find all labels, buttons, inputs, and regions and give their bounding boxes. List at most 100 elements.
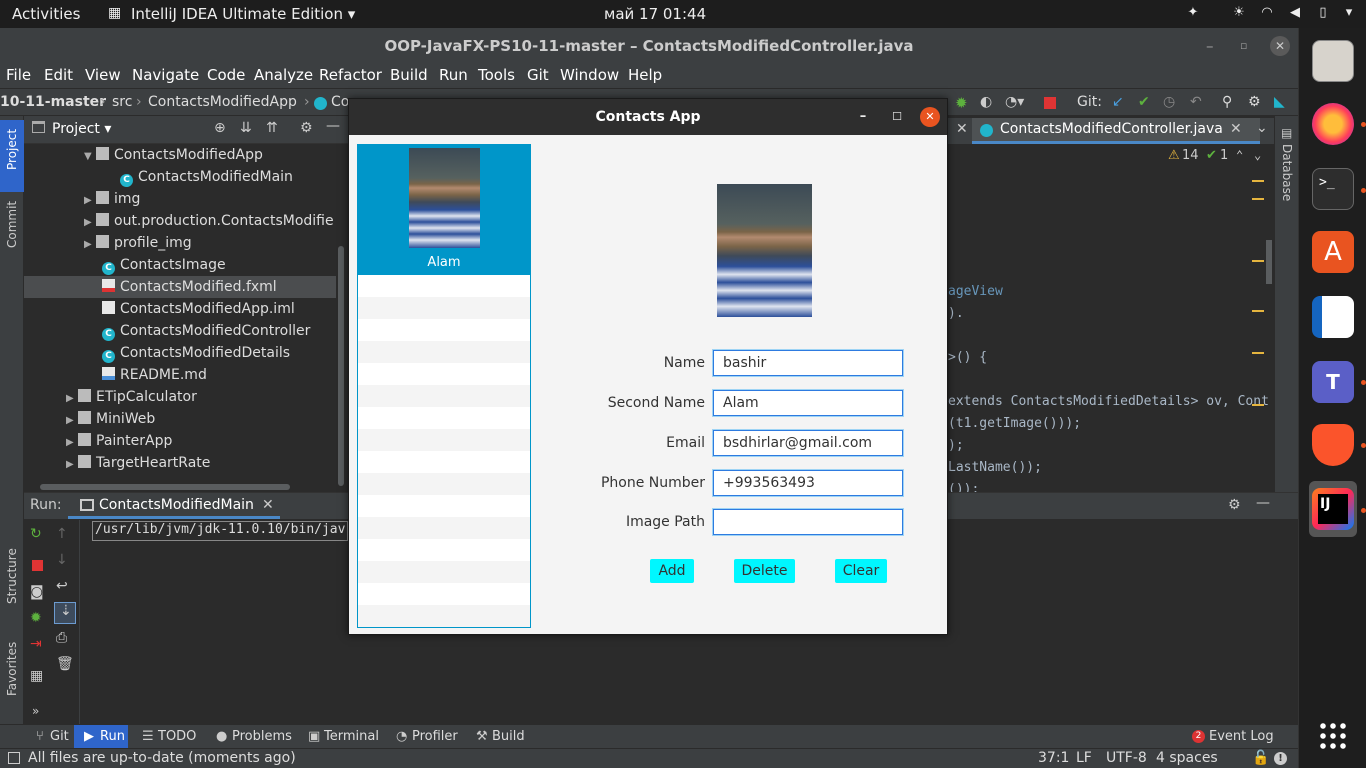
- trash-icon[interactable]: 🗑: [56, 656, 74, 672]
- volume-icon[interactable]: ◀: [1288, 6, 1302, 20]
- menu-tools[interactable]: Tools: [478, 66, 515, 84]
- status-message[interactable]: All files are up-to-date (moments ago): [28, 750, 296, 766]
- todo-tool-tab[interactable]: TODO: [158, 729, 196, 744]
- event-log-tab[interactable]: Event Log: [1209, 729, 1274, 744]
- git-update-icon[interactable]: ↙: [1112, 94, 1124, 110]
- git-tool-tab[interactable]: Git: [50, 729, 69, 744]
- minimize-icon[interactable]: –: [1206, 28, 1214, 64]
- up-icon[interactable]: ↑: [56, 526, 68, 542]
- debug-icon[interactable]: ✹: [955, 94, 968, 112]
- menu-file[interactable]: File: [6, 66, 31, 84]
- git-commit-icon[interactable]: ✔: [1138, 94, 1150, 110]
- menu-navigate[interactable]: Navigate: [132, 66, 199, 84]
- console-output[interactable]: /usr/lib/jvm/jdk-11.0.10/bin/jav: [92, 521, 348, 541]
- second-name-field[interactable]: Alam: [713, 390, 903, 416]
- terminal-tool-tab[interactable]: Terminal: [324, 729, 379, 744]
- phone-field[interactable]: +993563493: [713, 470, 903, 496]
- editor-scrollbar[interactable]: [1266, 240, 1272, 284]
- profile-run-icon[interactable]: ◔▾: [1005, 94, 1024, 110]
- minimize-icon[interactable]: –: [853, 107, 873, 127]
- firefox-icon[interactable]: [1312, 103, 1354, 145]
- contact-list[interactable]: Alam: [357, 144, 531, 628]
- file-encoding[interactable]: UTF-8: [1106, 750, 1147, 766]
- menu-window[interactable]: Window: [560, 66, 619, 84]
- database-tool-tab[interactable]: Database: [1280, 144, 1294, 201]
- software-center-icon[interactable]: A: [1312, 231, 1354, 273]
- clock[interactable]: май 17 01:44: [604, 5, 706, 23]
- tree-item[interactable]: C ContactsImage: [102, 254, 226, 276]
- jetbrains-icon[interactable]: ◣: [1274, 94, 1285, 110]
- maximize-icon[interactable]: ☐: [887, 107, 907, 127]
- tree-item[interactable]: ContactsModified.fxml: [102, 276, 277, 298]
- empty-list-row[interactable]: [358, 297, 530, 319]
- intellij-icon[interactable]: IJ: [1312, 488, 1354, 530]
- menu-refactor[interactable]: Refactor: [319, 66, 382, 84]
- tree-item[interactable]: C ContactsModifiedMain: [120, 166, 293, 188]
- add-button[interactable]: Add: [650, 559, 694, 583]
- notifications-icon[interactable]: !: [1274, 752, 1287, 765]
- more-icon[interactable]: »: [32, 704, 39, 718]
- rerun-icon[interactable]: ↻: [30, 526, 42, 542]
- horizontal-scrollbar[interactable]: [40, 484, 290, 490]
- project-tool-tab[interactable]: Project: [5, 129, 19, 170]
- image-path-field[interactable]: [713, 509, 903, 535]
- tree-item[interactable]: C ContactsModifiedController: [102, 320, 310, 342]
- git-rollback-icon[interactable]: ↶: [1190, 94, 1202, 110]
- prev-highlight-icon[interactable]: ⌃: [1236, 148, 1243, 162]
- terminal-icon[interactable]: >_: [1312, 168, 1354, 210]
- menu-git[interactable]: Git: [527, 66, 549, 84]
- menu-analyze[interactable]: Analyze: [254, 66, 313, 84]
- warning-icon[interactable]: ⚠: [1168, 148, 1180, 163]
- soft-wrap-icon[interactable]: ↩: [56, 578, 68, 594]
- tree-item[interactable]: ▼ ContactsModifiedApp: [84, 144, 263, 166]
- empty-list-row[interactable]: [358, 275, 530, 297]
- down-icon[interactable]: ↓: [56, 552, 68, 568]
- camera-icon[interactable]: ◙: [30, 584, 44, 600]
- teams-tray-icon[interactable]: ✦: [1186, 6, 1200, 20]
- breadcrumb-module[interactable]: ContactsModifiedApp: [148, 94, 297, 110]
- name-field[interactable]: bashir: [713, 350, 903, 376]
- print-icon[interactable]: ⎙: [56, 630, 67, 646]
- line-separator[interactable]: LF: [1076, 750, 1092, 766]
- wifi-icon[interactable]: ◠: [1260, 6, 1274, 20]
- breadcrumb-class[interactable]: Co: [331, 94, 349, 110]
- gear-icon[interactable]: ⚙: [300, 120, 313, 136]
- coverage-icon[interactable]: ◐: [980, 94, 992, 110]
- lock-icon[interactable]: 🔓: [1252, 750, 1269, 766]
- empty-list-row[interactable]: [358, 451, 530, 473]
- menu-code[interactable]: Code: [207, 66, 245, 84]
- contact-list-item[interactable]: Alam: [358, 145, 530, 275]
- tree-item[interactable]: README.md: [102, 364, 207, 386]
- empty-list-row[interactable]: [358, 605, 530, 627]
- teams-icon[interactable]: T: [1312, 361, 1354, 403]
- run-tool-tab[interactable]: Run: [100, 729, 125, 744]
- breadcrumb-src[interactable]: src: [112, 94, 132, 110]
- settings-icon[interactable]: ⚙: [1248, 94, 1261, 110]
- close-tab-icon[interactable]: ✕: [1230, 121, 1242, 137]
- expand-all-icon[interactable]: ⇊: [240, 120, 252, 136]
- tree-item[interactable]: ▶ ETipCalculator: [66, 386, 197, 408]
- tree-item[interactable]: ▶ PainterApp: [66, 430, 172, 452]
- menu-view[interactable]: View: [85, 66, 121, 84]
- tree-item[interactable]: ▶ img: [84, 188, 140, 210]
- layout-icon[interactable]: ▦: [30, 668, 43, 684]
- activities-button[interactable]: Activities: [12, 5, 80, 23]
- brave-icon[interactable]: [1312, 424, 1354, 466]
- exit-icon[interactable]: ⇥: [30, 636, 42, 652]
- brightness-icon[interactable]: ☀: [1232, 6, 1246, 20]
- app-menu[interactable]: IntelliJ IDEA Ultimate Edition ▾: [131, 5, 355, 23]
- empty-list-row[interactable]: [358, 319, 530, 341]
- caret-position[interactable]: 37:1: [1038, 750, 1069, 766]
- close-window-icon[interactable]: ✕: [1270, 36, 1290, 56]
- build-tool-tab[interactable]: Build: [492, 729, 525, 744]
- git-history-icon[interactable]: ◷: [1163, 94, 1175, 110]
- tree-item[interactable]: ▶ profile_img: [84, 232, 192, 254]
- tree-item[interactable]: ContactsModifiedApp.iml: [102, 298, 295, 320]
- tree-item[interactable]: ▶ TargetHeartRate: [66, 452, 210, 474]
- status-square-icon[interactable]: [8, 752, 20, 764]
- hide-panel-icon[interactable]: —: [326, 118, 340, 134]
- commit-tool-tab[interactable]: Commit: [5, 201, 19, 248]
- problems-tool-tab[interactable]: Problems: [232, 729, 292, 744]
- email-field[interactable]: bsdhirlar@gmail.com: [713, 430, 903, 456]
- battery-icon[interactable]: ▯: [1316, 6, 1330, 20]
